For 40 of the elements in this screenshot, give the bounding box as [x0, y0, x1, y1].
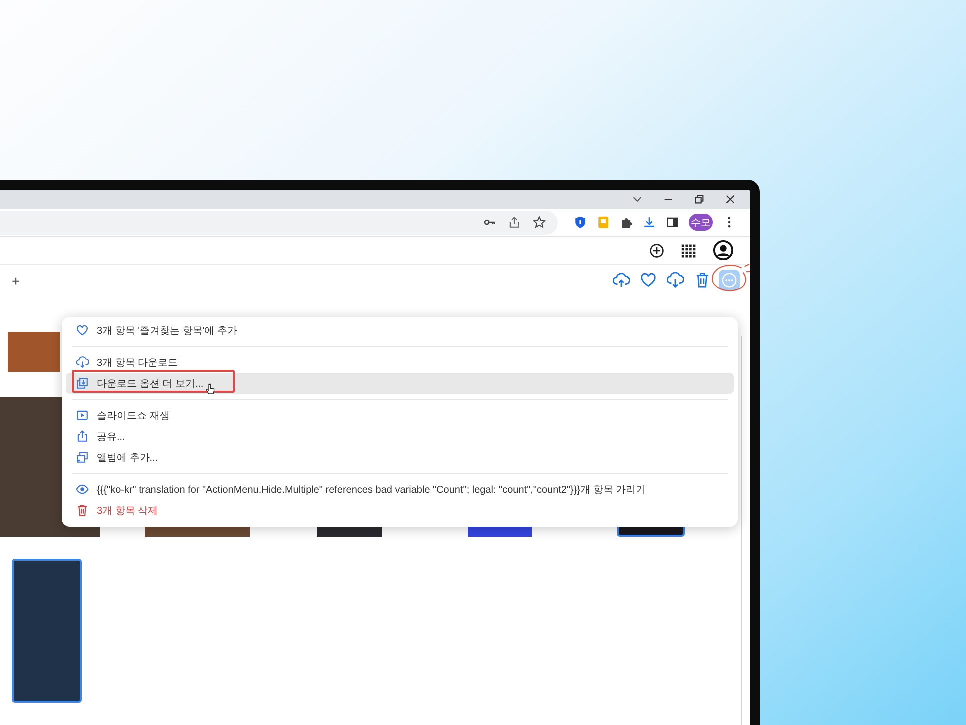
menu-item-label: 다운로드 옵션 더 보기...	[97, 378, 204, 390]
add-circle-icon[interactable]	[649, 242, 665, 259]
close-icon[interactable]	[725, 194, 736, 205]
hand-cursor-icon	[206, 383, 215, 396]
star-icon[interactable]	[533, 216, 546, 230]
menu-item-label: 슬라이드쇼 재생	[97, 410, 170, 422]
menu-item[interactable]: 공유...	[66, 426, 734, 447]
download-icon[interactable]	[643, 216, 656, 230]
heart-icon	[76, 324, 89, 337]
menu-item[interactable]: 앨범에 추가...	[66, 447, 734, 468]
download-tray-icon	[76, 377, 89, 390]
account-icon[interactable]	[713, 240, 734, 262]
more-button[interactable]	[719, 270, 740, 292]
eye-icon	[76, 483, 89, 496]
shield-icon[interactable]	[574, 216, 587, 230]
share-icon[interactable]	[508, 216, 521, 230]
restore-icon[interactable]	[694, 194, 705, 205]
menu-item[interactable]: 다운로드 옵션 더 보기...	[66, 373, 734, 394]
share-icon	[76, 430, 89, 443]
menu-item-label: 공유...	[97, 430, 126, 444]
side-panel-icon[interactable]	[666, 216, 679, 230]
menu-item-label: 3개 항목 다운로드	[97, 356, 178, 370]
menu-item-label: {{{"ko-kr" translation for "ActionMenu.Hide.Multiple" references bad variable "Count"; legal: "count","count2"}}}개 항목 가리기	[97, 484, 646, 496]
puzzle-icon[interactable]	[620, 216, 633, 230]
menu-item-label: 3개 항목 삭제	[97, 504, 158, 518]
menu-item-label: 3개 항목 '즐겨찾는 항목'에 추가	[97, 324, 238, 338]
menu-item[interactable]: 3개 항목 삭제	[66, 500, 734, 521]
screenshot-thumbnail[interactable]	[12, 558, 82, 703]
play-icon	[76, 409, 89, 422]
menu-item[interactable]: {{{"ko-kr" translation for "ActionMenu.Hide.Multiple" references bad variable "Count"; legal: "count","count2"}}}개 항목 가리기	[66, 479, 734, 500]
menu-item-label: 앨범에 추가...	[97, 452, 158, 464]
trash-icon	[76, 504, 89, 517]
profile-avatar[interactable]: 수모	[689, 214, 713, 232]
menu-item[interactable]: 슬라이드쇼 재생	[66, 405, 734, 426]
album-icon	[76, 451, 89, 464]
menu-item[interactable]: 3개 항목 '즐겨찾는 항목'에 추가	[66, 320, 734, 341]
cloud-download-icon	[76, 356, 89, 369]
apps-grid-icon[interactable]	[681, 242, 697, 259]
menu-item[interactable]: 3개 항목 다운로드	[66, 352, 734, 373]
add-button[interactable]: +	[8, 272, 24, 289]
